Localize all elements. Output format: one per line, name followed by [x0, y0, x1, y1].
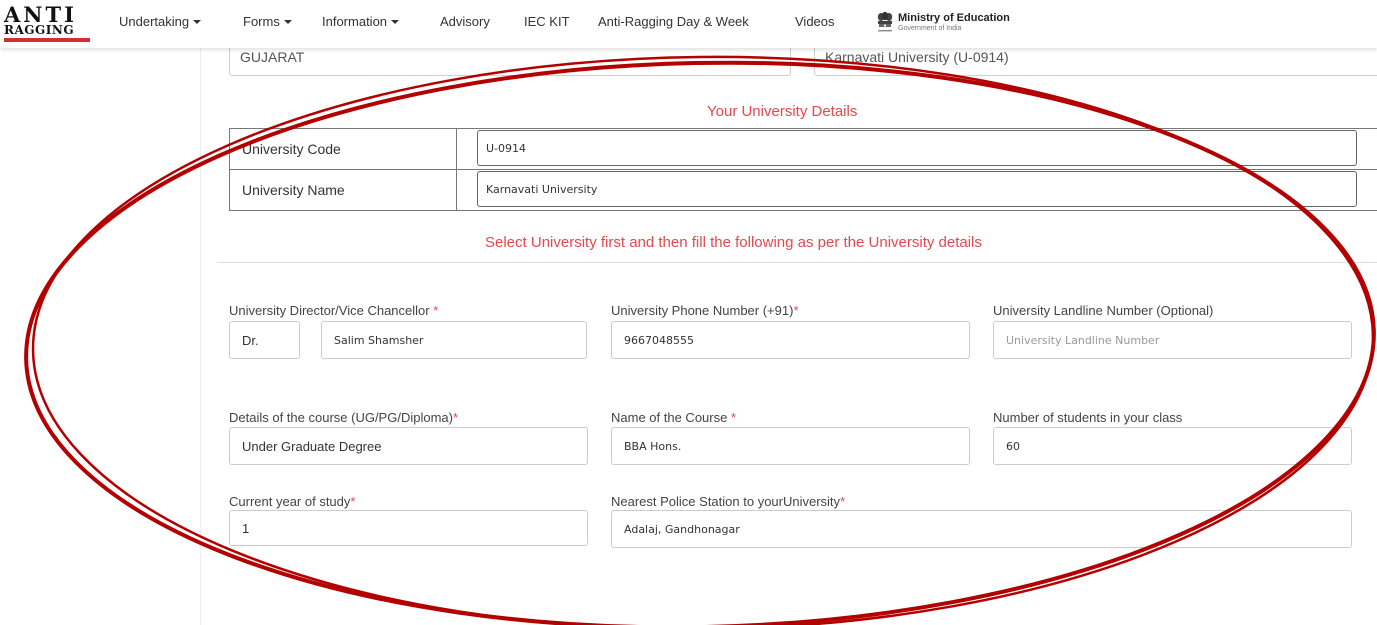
logo-line2: RAGGING	[4, 23, 75, 37]
section-divider	[217, 262, 1377, 263]
study-year-field[interactable]	[229, 510, 588, 546]
university-name-field[interactable]	[477, 171, 1357, 207]
nav-advisory[interactable]: Advisory	[440, 14, 490, 30]
logo-line1: ANTI	[4, 2, 77, 27]
course-name-label-text: Name of the Course	[611, 410, 731, 425]
students-count-field[interactable]	[993, 427, 1352, 465]
study-year-label-text: Current year of study	[229, 494, 351, 509]
nav-forms[interactable]: Forms	[243, 14, 292, 30]
form-panel: GUJARAT Karnavati University (U-0914) Yo…	[200, 48, 1377, 625]
phone-label-text: University Phone Number (+91)	[611, 303, 794, 318]
director-label: University Director/Vice Chancellor *	[229, 303, 438, 318]
police-station-label: Nearest Police Station to yourUniversity…	[611, 494, 845, 509]
nav-undertaking[interactable]: Undertaking	[119, 14, 202, 30]
required-mark: *	[433, 303, 439, 318]
ministry-subtitle: Government of India	[898, 25, 962, 32]
caret-down-icon	[283, 20, 292, 24]
caret-down-icon	[391, 20, 400, 24]
study-year-label: Current year of study*	[229, 494, 355, 509]
police-station-field[interactable]	[611, 510, 1352, 548]
phone-label: University Phone Number (+91)*	[611, 303, 799, 318]
university-select[interactable]: Karnavati University (U-0914)	[814, 48, 1377, 76]
landline-label: University Landline Number (Optional)	[993, 303, 1214, 318]
landline-number-field[interactable]	[993, 321, 1352, 359]
phone-number-field[interactable]	[611, 321, 970, 359]
required-mark: *	[350, 494, 356, 509]
caret-down-icon	[193, 20, 202, 24]
top-navbar: ANTI RAGGING Undertaking Forms Informati…	[0, 0, 1377, 48]
ministry-title: Ministry of Education	[898, 12, 1010, 24]
university-name-cell	[456, 169, 1377, 211]
state-select[interactable]: GUJARAT	[229, 48, 791, 76]
state-value: GUJARAT	[240, 49, 305, 65]
director-label-text: University Director/Vice Chancellor	[229, 303, 434, 318]
logo-underline	[4, 38, 90, 42]
table-row: University Name	[229, 169, 1377, 211]
required-mark: *	[840, 494, 846, 509]
required-mark: *	[730, 410, 737, 425]
nav-iec-kit[interactable]: IEC KIT	[524, 14, 570, 30]
instruction-text: Select University first and then fill th…	[485, 234, 982, 251]
required-mark: *	[793, 303, 799, 318]
anti-ragging-logo[interactable]: ANTI RAGGING	[4, 4, 92, 42]
nav-anti-ragging-day[interactable]: Anti-Ragging Day & Week	[598, 14, 749, 30]
table-row: University Code	[229, 128, 1377, 170]
university-details-title: Your University Details	[707, 103, 858, 120]
course-details-label-text: Details of the course (UG/PG/Diploma)	[229, 410, 453, 425]
university-name-label: University Name	[229, 169, 457, 211]
students-count-label: Number of students in your class	[993, 410, 1183, 425]
police-station-label-text: Nearest Police Station to yourUniversity	[611, 494, 841, 509]
nav-information-label: Information	[322, 14, 388, 29]
national-emblem-icon	[877, 11, 893, 32]
nav-videos[interactable]: Videos	[795, 14, 835, 30]
university-select-value: Karnavati University (U-0914)	[825, 49, 1009, 65]
course-details-field[interactable]	[229, 427, 588, 465]
nav-forms-label: Forms	[243, 14, 280, 29]
course-name-label: Name of the Course *	[611, 410, 736, 425]
director-name-field[interactable]	[321, 321, 587, 359]
left-sidebar	[0, 48, 200, 625]
university-details-table: University Code University Name	[229, 128, 1377, 211]
university-code-field[interactable]	[477, 130, 1357, 166]
university-code-label: University Code	[229, 128, 457, 170]
nav-information[interactable]: Information	[322, 14, 400, 30]
course-details-label: Details of the course (UG/PG/Diploma)*	[229, 410, 458, 425]
course-name-field[interactable]	[611, 427, 970, 465]
nav-undertaking-label: Undertaking	[119, 14, 190, 29]
ministry-of-education-logo[interactable]: Ministry of Education Government of Indi…	[876, 11, 1046, 37]
required-mark: *	[452, 410, 459, 425]
university-code-cell	[456, 128, 1377, 170]
director-prefix-field[interactable]	[229, 321, 300, 359]
